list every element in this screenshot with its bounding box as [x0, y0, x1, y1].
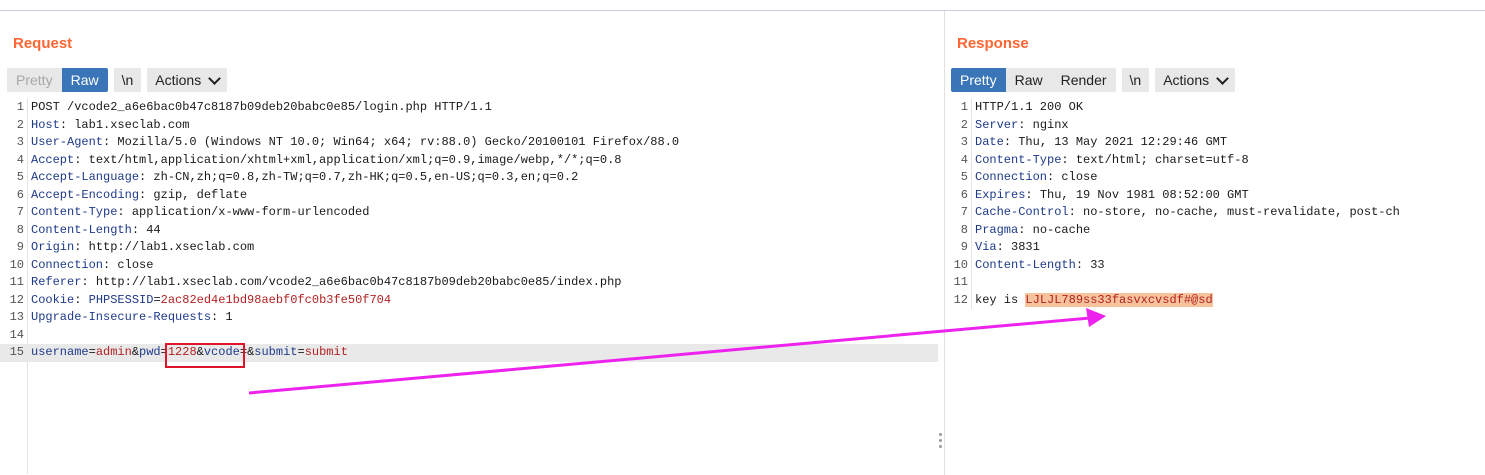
arrow-head	[1086, 308, 1106, 327]
annotation-arrow	[248, 308, 1106, 395]
arrow-shaft	[248, 316, 1091, 395]
